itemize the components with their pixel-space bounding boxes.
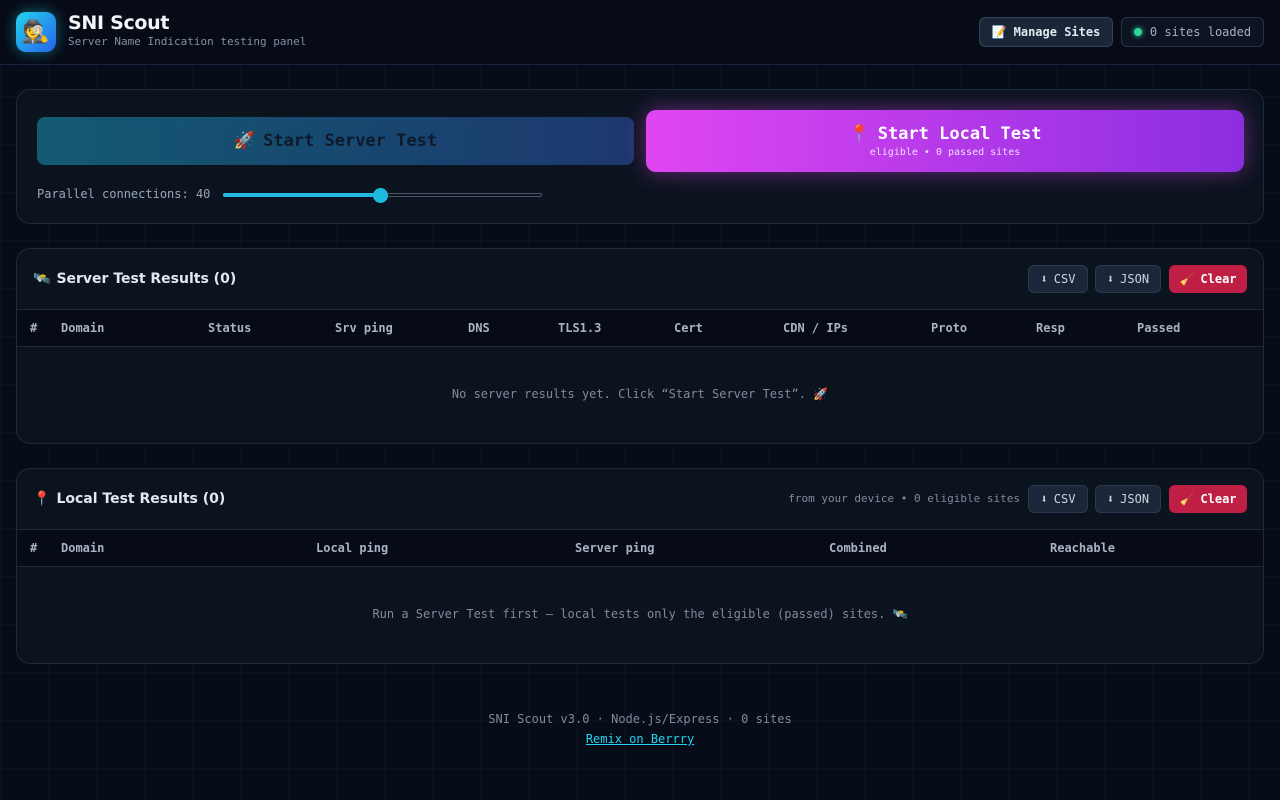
start-local-test-button[interactable]: 📍 Start Local Test eligible • 0 passed s… (646, 110, 1244, 172)
sites-status-badge: 0 sites loaded (1121, 17, 1264, 47)
local-json-label: JSON (1120, 492, 1150, 506)
server-csv-button[interactable]: ⬇ CSV (1028, 265, 1088, 293)
server-clear-label: Clear (1200, 272, 1237, 286)
remix-link[interactable]: Remix on Berrry (0, 732, 1280, 746)
slider-thumb[interactable] (373, 188, 389, 203)
local-csv-button[interactable]: ⬇ CSV (1028, 485, 1088, 513)
column-header[interactable]: TLS1.3 (558, 321, 601, 335)
column-header[interactable]: Passed (1137, 321, 1180, 335)
detective-logo-icon: 🕵️ (16, 12, 56, 52)
column-header[interactable]: Cert (674, 321, 703, 335)
test-controls-panel: 🚀 Start Server Test 📍 Start Local Test e… (16, 89, 1264, 224)
local-test-sublabel: eligible • 0 passed sites (869, 147, 1021, 158)
local-results-title-text: Local Test Results (0) (56, 491, 226, 507)
start-local-test-label-row: 📍 Start Local Test (849, 124, 1042, 144)
status-dot-icon (1133, 28, 1142, 36)
local-results-panel: 📍 Local Test Results (0) from your devic… (16, 468, 1264, 664)
local-results-title: 📍 Local Test Results (0) (33, 491, 225, 507)
local-clear-label: Clear (1200, 492, 1237, 506)
local-results-header: 📍 Local Test Results (0) from your devic… (17, 469, 1263, 530)
download-icon: ⬇ (1040, 492, 1048, 506)
column-header[interactable]: Local ping (316, 541, 388, 555)
server-results-title-text: Server Test Results (0) (56, 271, 237, 287)
column-header[interactable]: Combined (829, 541, 887, 555)
local-clear-button[interactable]: 🧹 Clear (1169, 485, 1247, 513)
manage-sites-button[interactable]: 📝 Manage Sites (979, 17, 1113, 47)
logo-glyph: 🕵️ (22, 19, 50, 45)
pin-icon: 📍 (848, 124, 870, 144)
local-results-table-header: # Domain Local ping Server ping Combined… (17, 530, 1263, 567)
server-results-header: 🛰️ Server Test Results (0) ⬇ CSV ⬇ JSON … (17, 249, 1263, 310)
column-header[interactable]: Srv ping (335, 321, 393, 335)
download-icon: ⬇ (1106, 492, 1115, 506)
server-csv-label: CSV (1053, 272, 1076, 286)
server-results-title: 🛰️ Server Test Results (0) (33, 271, 236, 287)
column-header: # (30, 541, 38, 555)
parallel-label-text: Parallel connections: (37, 187, 189, 201)
manage-sites-label: Manage Sites (1013, 25, 1101, 39)
start-server-test-button[interactable]: 🚀 Start Server Test (37, 117, 634, 165)
column-header[interactable]: Proto (931, 321, 967, 335)
server-clear-button[interactable]: 🧹 Clear (1169, 265, 1247, 293)
column-header[interactable]: Domain (61, 321, 104, 335)
download-icon: ⬇ (1106, 272, 1115, 286)
column-header[interactable]: Server ping (575, 541, 654, 555)
eligible-sites-note: from your device • 0 eligible sites (788, 492, 1020, 505)
server-json-label: JSON (1120, 272, 1150, 286)
column-header[interactable]: Resp (1036, 321, 1065, 335)
parallel-connections-label: Parallel connections: 40 (37, 187, 210, 201)
broom-icon: 🧹 (1179, 492, 1195, 506)
column-header: # (30, 321, 38, 335)
parallel-connections-value: 40 (195, 187, 211, 201)
local-json-button[interactable]: ⬇ JSON (1095, 485, 1161, 513)
column-header[interactable]: CDN / IPs (783, 321, 848, 335)
column-header[interactable]: DNS (468, 321, 490, 335)
server-results-panel: 🛰️ Server Test Results (0) ⬇ CSV ⬇ JSON … (16, 248, 1264, 444)
broom-icon: 🧹 (1179, 272, 1195, 286)
start-local-test-label: Start Local Test (877, 124, 1042, 144)
app-subtitle: Server Name Indication testing panel (68, 35, 307, 48)
download-icon: ⬇ (1040, 272, 1048, 286)
server-results-empty-state: No server results yet. Click “Start Serv… (451, 387, 829, 401)
sites-status-text: 0 sites loaded (1149, 25, 1252, 39)
memo-icon: 📝 (991, 25, 1007, 39)
parallel-connections-slider[interactable] (223, 188, 542, 203)
footer-info: SNI Scout v3.0 · Node.js/Express · 0 sit… (488, 712, 792, 726)
column-header[interactable]: Reachable (1050, 541, 1115, 555)
app-title: SNI Scout (68, 12, 170, 34)
server-results-table-header: # Domain Status Srv ping DNS TLS1.3 Cert… (17, 310, 1263, 347)
server-json-button[interactable]: ⬇ JSON (1095, 265, 1161, 293)
column-header[interactable]: Domain (61, 541, 104, 555)
satellite-icon: 🛰️ (33, 271, 51, 287)
slider-fill (223, 193, 381, 197)
rocket-icon: 🚀 (233, 131, 256, 151)
start-server-test-label: Start Server Test (263, 131, 438, 151)
local-results-empty-state: Run a Server Test first — local tests on… (372, 607, 908, 621)
pin-icon: 📍 (33, 491, 51, 507)
top-bar: 🕵️ SNI Scout Server Name Indication test… (0, 0, 1280, 65)
column-header[interactable]: Status (208, 321, 251, 335)
local-csv-label: CSV (1053, 492, 1076, 506)
